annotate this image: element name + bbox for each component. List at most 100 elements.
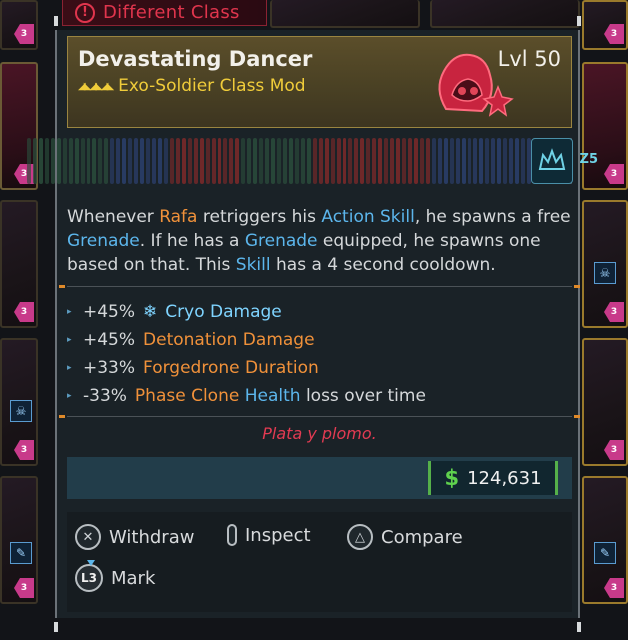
inventory-slot[interactable]: ☠ 3 [0, 338, 38, 466]
flavor-text: Plata y plomo. [262, 424, 377, 443]
strip-segment [318, 138, 323, 184]
inspect-label: Inspect [245, 524, 311, 546]
strip-segment [27, 138, 31, 184]
strip-segment [265, 138, 270, 184]
price-bar: $ 124,631 [67, 457, 572, 499]
compare-button[interactable]: △ Compare [347, 524, 463, 550]
keyword-grenade: Grenade [244, 231, 318, 251]
weapon-icon: ✎ [594, 542, 616, 564]
strip-segment [277, 138, 281, 184]
strip-segment [425, 138, 430, 184]
strip-segment [68, 138, 73, 184]
strip-segment [312, 138, 317, 184]
strip-segment [211, 138, 216, 184]
exclamation-icon: ! [75, 2, 95, 23]
strip-segment [473, 138, 478, 184]
strip-segment [300, 138, 305, 184]
strip-segment [223, 138, 228, 184]
different-class-label: Different Class [103, 2, 240, 23]
strip-segment [449, 138, 454, 184]
price-box: $ 124,631 [428, 461, 558, 495]
strip-segment [74, 138, 79, 184]
item-color-strip [27, 138, 572, 184]
strip-segment [390, 138, 395, 184]
rarity-badge: 3 [604, 302, 624, 322]
mark-button[interactable]: L3 Mark [75, 560, 156, 592]
snowflake-icon: ❄ [143, 302, 158, 322]
strip-segment [80, 138, 85, 184]
inventory-slot[interactable]: 3 [582, 0, 628, 50]
inventory-slot[interactable]: 3 [0, 200, 38, 328]
strip-segment [169, 138, 174, 184]
dollar-icon: $ [444, 466, 460, 490]
strip-segment [384, 138, 389, 184]
strip-segment [491, 138, 496, 184]
strip-segment [122, 138, 127, 184]
inventory-slot[interactable]: ☠ 3 [582, 200, 628, 328]
strip-segment [32, 138, 37, 184]
strip-segment [455, 138, 460, 184]
strip-segment [360, 138, 365, 184]
card-corner-pin [54, 622, 58, 632]
strip-segment [56, 138, 61, 184]
rarity-badge: 3 [604, 164, 624, 184]
rarity-badge: 3 [14, 302, 34, 322]
strip-segment [342, 138, 347, 184]
strip-segment [485, 138, 490, 184]
keyword-skill: Skill [235, 255, 271, 275]
strip-segment [413, 138, 418, 184]
strip-segment [104, 138, 109, 184]
card-corner-pin [577, 16, 581, 26]
inventory-slot[interactable]: 3 [0, 0, 38, 50]
rarity-badge: 3 [604, 578, 624, 598]
inventory-slot[interactable] [270, 0, 420, 28]
stat-label: Detonation Damage [143, 330, 315, 350]
strip-segment [294, 138, 299, 184]
strip-segment [163, 138, 168, 184]
inventory-slot[interactable]: 3 [582, 62, 628, 190]
strip-segment [253, 138, 258, 184]
strip-segment [229, 138, 234, 184]
withdraw-label: Withdraw [109, 526, 195, 548]
strip-segment [181, 138, 186, 184]
strip-segment [152, 138, 156, 184]
mark-label: Mark [111, 567, 156, 589]
action-prompts: ✕ Withdraw Inspect △ Compare L3 Mark [67, 512, 572, 612]
bullet-icon: ▸ [67, 335, 72, 345]
strip-segment [110, 138, 115, 184]
exo-soldier-class-icon [438, 53, 514, 117]
strip-segment [396, 138, 401, 184]
stat-label: Forgedrone Duration [143, 358, 319, 378]
strip-segment [419, 138, 424, 184]
rarity-badge: 3 [14, 24, 34, 44]
character-name: Rafa [159, 207, 198, 227]
strip-segment [86, 138, 91, 184]
section-divider [59, 285, 580, 288]
strip-segment [437, 138, 442, 184]
class-skill-tree-icon[interactable] [531, 138, 573, 184]
keyword-action-skill: Action Skill [321, 207, 415, 227]
keyword-grenade: Grenade [67, 231, 140, 251]
inventory-slot[interactable]: ✎ 3 [582, 476, 628, 604]
section-divider [59, 415, 580, 418]
withdraw-button[interactable]: ✕ Withdraw [75, 524, 194, 550]
strip-segment [247, 138, 252, 184]
inventory-slot[interactable]: ✎ 3 [0, 476, 38, 604]
stat-label: Health [244, 386, 301, 406]
strip-tag: Z5 [579, 152, 598, 167]
strip-segment [38, 138, 43, 184]
inspect-button[interactable]: Inspect [227, 524, 311, 546]
strip-segment [140, 138, 145, 184]
weapon-icon: ✎ [10, 542, 32, 564]
stat-label: loss over time [305, 386, 426, 406]
strip-segment [128, 138, 133, 184]
strip-segment [348, 138, 353, 184]
inventory-slot[interactable] [430, 0, 580, 28]
inventory-slot[interactable]: 3 [582, 338, 628, 466]
strip-segment [116, 138, 121, 184]
item-description: Whenever Rafa retriggers his Action Skil… [67, 207, 571, 275]
strip-segment [241, 138, 246, 184]
strip-segment [134, 138, 139, 184]
rarity-badge: 3 [604, 440, 624, 460]
strip-segment [372, 138, 377, 184]
